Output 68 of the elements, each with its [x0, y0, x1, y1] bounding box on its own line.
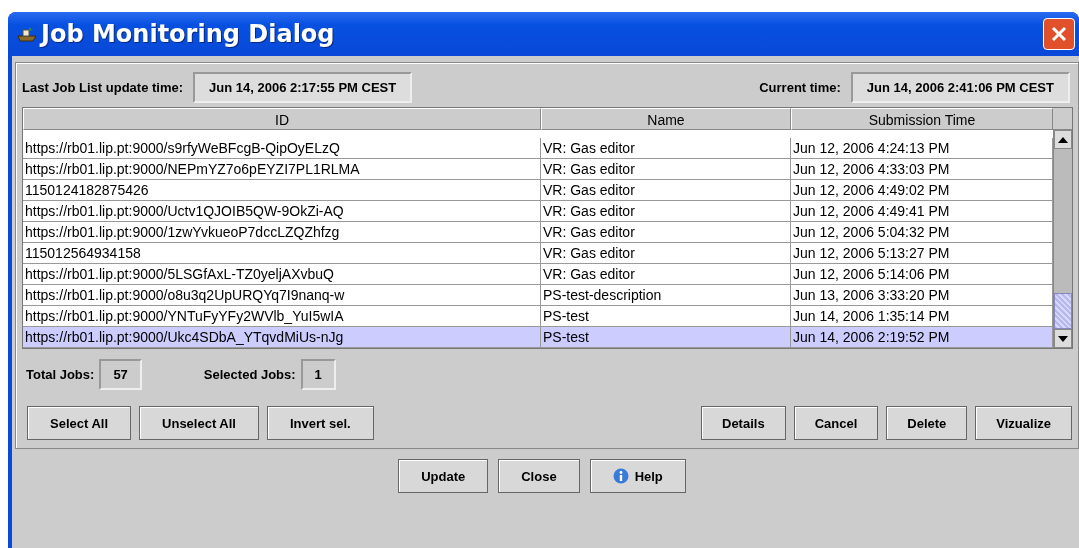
table-row[interactable]: https://rb01.lip.pt:9000/o8u3q2UpURQYq7I9nanq-w PS-test-description Jun 13, 2006 3:33:20 PM [23, 285, 1053, 306]
close-button[interactable] [1043, 18, 1075, 50]
action-button[interactable]: Select All [27, 406, 132, 440]
table-cell: Jun 12, 2006 5:13:27 PM [791, 243, 1053, 264]
field-label: Total Jobs: [26, 367, 95, 382]
table-cell: VR: Gas editor [541, 264, 791, 285]
table-row[interactable]: https://rb01.lip.pt:9000/NEPmYZ7o6pEYZI7PL1RLMA VR: Gas editor Jun 12, 2006 4:33:03 PM [23, 159, 1053, 180]
table-cell: Jun 14, 2006 2:19:52 PM [791, 327, 1053, 348]
action-button[interactable]: Invert sel. [267, 406, 374, 440]
table-cell: VR: Gas editor [541, 159, 791, 180]
table-cell: Jun 12, 2006 4:49:41 PM [791, 201, 1053, 222]
table-cell: VR: Gas editor [541, 222, 791, 243]
window-title: Job Monitoring Dialog [41, 20, 335, 48]
scroll-down-button[interactable] [1054, 329, 1072, 348]
scroll-thumb[interactable] [1054, 293, 1072, 329]
column-header[interactable]: ID [23, 108, 541, 130]
field-label: Last Job List update time: [22, 79, 184, 95]
up-arrow-icon [1058, 136, 1068, 143]
table-cell: Jun 12, 2006 4:49:02 PM [791, 180, 1053, 201]
table-cell: Jun 13, 2006 3:33:20 PM [791, 285, 1053, 306]
table-cell: https://rb01.lip.pt:9000/Ukc4SDbA_YTqvdMiUs-nJg [23, 327, 541, 348]
down-arrow-icon [1058, 335, 1068, 342]
last-update-field: Jun 14, 2006 2:17:55 PM CEST [193, 71, 413, 103]
help-button[interactable]: Help [589, 459, 686, 493]
table-cell: https://rb01.lip.pt:9000/s9rfyWeBFcgB-QipOyELzQ [23, 138, 541, 159]
count-field: 57 [99, 359, 142, 390]
table-cell: https://rb01.lip.pt:9000/NEPmYZ7o6pEYZI7PL1RLMA [23, 159, 541, 180]
table-cell: Jun 12, 2006 5:04:32 PM [791, 222, 1053, 243]
action-button[interactable]: Vizualize [975, 406, 1072, 440]
table-cell: https://rb01.lip.pt:9000/5LSGfAxL-TZ0yeljAXvbuQ [23, 264, 541, 285]
action-button[interactable]: Cancel [793, 406, 879, 440]
table-cell: https://rb01.lip.pt:9000/1zwYvkueoP7dccLZQZhfzg [23, 222, 541, 243]
table-cell: VR: Gas editor [541, 243, 791, 264]
table-cell: PS-test-description [541, 285, 791, 306]
table-cell: Jun 12, 2006 4:24:13 PM [791, 138, 1053, 159]
table-row[interactable]: 115012564934158 VR: Gas editor Jun 12, 2006 5:13:27 PM [23, 243, 1053, 264]
scrollbar[interactable] [1053, 130, 1072, 348]
table-cell: 115012564934158 [23, 243, 541, 264]
current-time-field: Jun 14, 2006 2:41:06 PM CEST [850, 71, 1070, 103]
boat-icon [17, 26, 37, 42]
dialog-button[interactable]: Close [498, 459, 580, 493]
column-header[interactable]: Submission Time [791, 108, 1053, 130]
table-cell: VR: Gas editor [541, 201, 791, 222]
action-button[interactable]: Delete [886, 406, 968, 440]
table-cell: https://rb01.lip.pt:9000/o8u3q2UpURQYq7I9nanq-w [23, 285, 541, 306]
field-label: Selected Jobs: [203, 367, 296, 382]
table-row[interactable]: https://rb01.lip.pt:9000/1zwYvkueoP7dccLZQZhfzg VR: Gas editor Jun 12, 2006 5:04:32 PM [23, 222, 1053, 243]
dialog-button[interactable]: Update [398, 459, 489, 493]
table-row[interactable]: https://rb01.lip.pt:9000/Uctv1QJOIB5QW-9OkZi-AQ VR: Gas editor Jun 12, 2006 4:49:41 PM [23, 201, 1053, 222]
column-header[interactable]: Name [541, 108, 791, 130]
table-cell: PS-test [541, 327, 791, 348]
table-row[interactable]: 1150124182875426 VR: Gas editor Jun 12, 2006 4:49:02 PM [23, 180, 1053, 201]
field-label: Current time: [759, 79, 841, 95]
table-cell: Jun 12, 2006 4:33:03 PM [791, 159, 1053, 180]
action-button[interactable]: Details [701, 406, 786, 440]
table-cell: VR: Gas editor [541, 180, 791, 201]
table-cell: VR: Gas editor [541, 138, 791, 159]
info-icon [612, 468, 629, 484]
table-row[interactable]: https://rb01.lip.pt:9000/Ukc4SDbA_YTqvdMiUs-nJg PS-test Jun 14, 2006 2:19:52 PM [23, 327, 1053, 348]
close-icon [1050, 25, 1068, 43]
action-button[interactable]: Unselect All [139, 406, 259, 440]
table-cell: Jun 12, 2006 5:14:06 PM [791, 264, 1053, 285]
table-row[interactable]: https://rb01.lip.pt:9000/s9rfyWeBFcgB-QipOyELzQ VR: Gas editor Jun 12, 2006 4:24:13 PM [23, 138, 1053, 159]
table-cell: 1150124182875426 [23, 180, 541, 201]
table-row[interactable]: https://rb01.lip.pt:9000/5LSGfAxL-TZ0yeljAXvbuQ VR: Gas editor Jun 12, 2006 5:14:06 PM [23, 264, 1053, 285]
table-cell: https://rb01.lip.pt:9000/Uctv1QJOIB5QW-9OkZi-AQ [23, 201, 541, 222]
count-field: 1 [300, 359, 336, 390]
scroll-up-button[interactable] [1054, 130, 1072, 149]
